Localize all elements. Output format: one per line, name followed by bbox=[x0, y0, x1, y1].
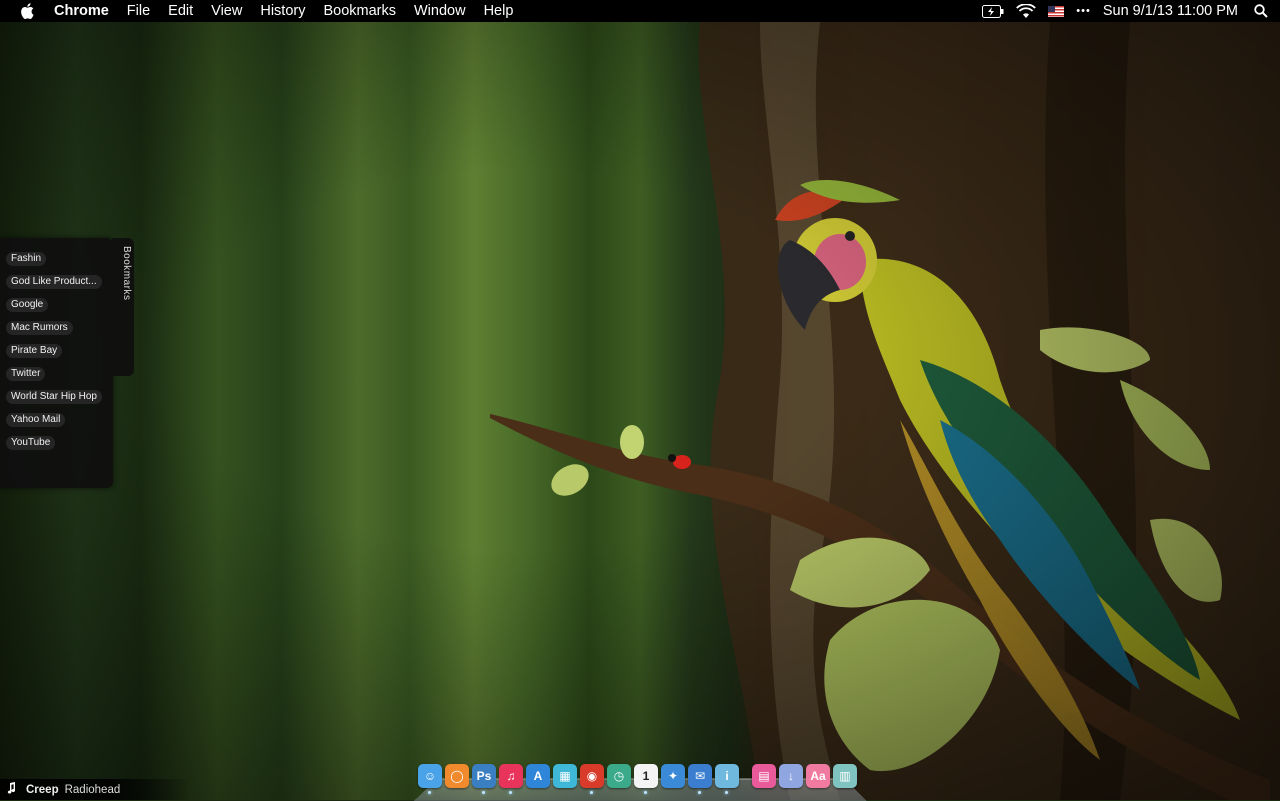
running-indicator bbox=[725, 791, 728, 794]
calendar-icon[interactable]: 1 bbox=[634, 764, 658, 794]
bookmark-item[interactable]: Google bbox=[6, 298, 49, 312]
running-indicator bbox=[428, 791, 431, 794]
us-flag-input-icon[interactable] bbox=[1048, 0, 1065, 22]
running-indicator bbox=[698, 791, 701, 794]
chrome-icon[interactable]: ◉ bbox=[580, 764, 604, 794]
music-note-icon bbox=[6, 782, 16, 797]
bookmarks-list: Fashin God Like Product... Google Mac Ru… bbox=[6, 252, 102, 459]
menubar-clock[interactable]: Sun 9/1/13 11:00 PM bbox=[1103, 3, 1238, 19]
more-dots-icon[interactable]: ••• bbox=[1076, 0, 1091, 22]
desktop-wallpaper bbox=[0, 0, 1280, 800]
running-indicator bbox=[644, 791, 647, 794]
dock-icons: ☺ ◯ Ps ♫ A ▦ ◉ ◷ 1 ✦ ✉ i ▤ ↓ Aa ▥ bbox=[418, 764, 860, 794]
status-area: ••• Sun 9/1/13 11:00 PM bbox=[976, 0, 1280, 22]
app-store-icon[interactable]: A bbox=[526, 764, 550, 788]
now-playing-bar[interactable]: Creep Radiohead bbox=[0, 779, 190, 800]
menu-window[interactable]: Window bbox=[405, 0, 475, 22]
bookmark-item[interactable]: Mac Rumors bbox=[6, 321, 73, 335]
itunes-icon[interactable]: ♫ bbox=[499, 764, 523, 794]
menu-help[interactable]: Help bbox=[475, 0, 523, 22]
now-playing-artist: Radiohead bbox=[64, 783, 121, 796]
info-circle-icon[interactable]: i bbox=[715, 764, 739, 794]
finder-icon[interactable]: ☺ bbox=[418, 764, 442, 794]
apple-logo-icon[interactable] bbox=[14, 3, 40, 19]
running-indicator bbox=[482, 791, 485, 794]
bookmark-item[interactable]: Twitter bbox=[6, 367, 46, 381]
mail-icon[interactable]: ✉ bbox=[688, 764, 712, 794]
safari-icon[interactable]: ✦ bbox=[661, 764, 685, 788]
trash-icon[interactable]: ▥ bbox=[833, 764, 857, 788]
now-playing-track: Creep bbox=[26, 783, 59, 796]
bookmark-item[interactable]: Fashin bbox=[6, 252, 47, 266]
menu-file[interactable]: File bbox=[118, 0, 159, 22]
menu-bar: Chrome File Edit View History Bookmarks … bbox=[0, 0, 1280, 22]
menu-view[interactable]: View bbox=[202, 0, 251, 22]
orange-circle-app-icon[interactable]: ◯ bbox=[445, 764, 469, 788]
bookmark-item[interactable]: World Star Hip Hop bbox=[6, 390, 102, 404]
time-machine-icon[interactable]: ◷ bbox=[607, 764, 631, 788]
photoshop-icon[interactable]: Ps bbox=[472, 764, 496, 794]
dock: ☺ ◯ Ps ♫ A ▦ ◉ ◷ 1 ✦ ✉ i ▤ ↓ Aa ▥ bbox=[414, 761, 867, 801]
downloads-stack-icon[interactable]: ↓ bbox=[779, 764, 803, 788]
bookmark-item[interactable]: God Like Product... bbox=[6, 275, 102, 289]
dictionary-icon[interactable]: Aa bbox=[806, 764, 830, 788]
bookmark-item[interactable]: Pirate Bay bbox=[6, 344, 63, 358]
spotlight-search-icon[interactable] bbox=[1254, 0, 1268, 22]
menu-app-name[interactable]: Chrome bbox=[40, 0, 118, 22]
bookmark-item[interactable]: Yahoo Mail bbox=[6, 413, 66, 427]
menu-edit[interactable]: Edit bbox=[159, 0, 202, 22]
wifi-icon[interactable] bbox=[1016, 0, 1037, 22]
bookmark-item[interactable]: YouTube bbox=[6, 436, 56, 450]
bookmarks-tab-label: Bookmarks bbox=[121, 246, 132, 301]
menu-history[interactable]: History bbox=[251, 0, 314, 22]
clapperboard-icon[interactable]: ▦ bbox=[553, 764, 577, 788]
battery-charging-icon[interactable] bbox=[982, 0, 1004, 22]
documents-stack-icon[interactable]: ▤ bbox=[752, 764, 776, 788]
running-indicator bbox=[590, 791, 593, 794]
running-indicator bbox=[509, 791, 512, 794]
menu-bookmarks[interactable]: Bookmarks bbox=[314, 0, 405, 22]
